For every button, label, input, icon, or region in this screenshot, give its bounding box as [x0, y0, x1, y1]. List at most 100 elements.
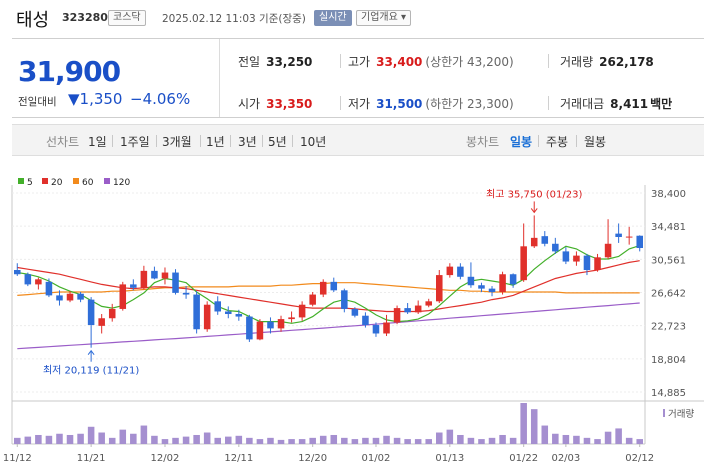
volume-bar: [203, 432, 211, 444]
candle-body: [552, 243, 559, 252]
volume-bar: [530, 409, 538, 444]
ma60-line: [17, 282, 640, 296]
price-chart[interactable]: 38,400 34,481 30,561 26,642 22,723 18,804 14,8…: [0, 0, 704, 468]
candle-body: [583, 255, 591, 271]
y-tick-label: 30,561: [651, 255, 686, 266]
candle-body: [172, 272, 179, 293]
volume-bar: [172, 437, 179, 444]
volume-bar: [573, 435, 580, 444]
candle-body: [436, 275, 443, 302]
volume-bar: [246, 437, 253, 444]
volume-bar: [393, 437, 401, 444]
volume-bar: [77, 433, 84, 444]
volume-bar: [24, 436, 32, 444]
candle-body: [341, 290, 348, 309]
volume-legend-label: 거래량: [668, 408, 694, 420]
candle-body: [457, 266, 464, 277]
candle-body: [351, 308, 359, 316]
volume-bar: [383, 435, 390, 444]
candle-body: [182, 292, 190, 295]
volume-legend-swatch: [663, 409, 665, 417]
volume-bar: [277, 439, 285, 444]
candle-body: [119, 284, 127, 309]
volume-bar: [298, 439, 306, 444]
volume-bar: [66, 434, 74, 444]
candle-body: [562, 251, 570, 262]
volume-bar: [214, 437, 221, 444]
y-tick-label: 14,885: [651, 388, 686, 399]
y-tick-label: 38,400: [651, 189, 686, 200]
candle-body: [446, 266, 454, 276]
volume-bar: [562, 434, 570, 444]
x-tick-label: 12/20: [298, 453, 327, 464]
candle-body: [573, 255, 580, 262]
candle-body: [478, 285, 485, 289]
candle-body: [214, 301, 221, 312]
candle-body: [414, 305, 422, 313]
volume-bar: [14, 437, 21, 444]
volume-bar: [119, 429, 127, 444]
candle-body: [203, 304, 211, 330]
volume-bar: [404, 439, 411, 444]
candle-body: [87, 299, 95, 326]
volume-bar: [256, 439, 264, 444]
volume-bar: [520, 403, 527, 444]
candle-body: [298, 304, 306, 318]
candle-body: [625, 236, 633, 238]
volume-bar: [98, 432, 105, 444]
candle-body: [425, 301, 432, 306]
volume-bar: [636, 439, 643, 444]
x-tick-label: 11/21: [77, 453, 106, 464]
volume-bar: [351, 439, 359, 444]
candle-body: [288, 317, 295, 320]
volume-bar: [625, 437, 633, 444]
candle-body: [499, 274, 506, 293]
volume-bar: [182, 436, 190, 444]
volume-bar: [372, 437, 380, 444]
candle-body: [193, 294, 200, 330]
volume-bar: [267, 437, 274, 444]
volume-bar: [615, 428, 622, 444]
candle-body: [235, 314, 243, 317]
volume-bar: [309, 437, 316, 444]
volume-bar: [108, 437, 116, 444]
candle-body: [35, 279, 42, 285]
volume-bar: [436, 432, 443, 444]
y-tick-label: 18,804: [651, 355, 686, 366]
volume-bar: [362, 437, 369, 444]
candle-body: [309, 294, 316, 305]
candle-body: [56, 295, 63, 301]
candle-body: [161, 272, 169, 279]
volume-bar: [56, 433, 63, 444]
y-tick-label: 26,642: [651, 289, 686, 300]
volume-bar: [341, 437, 348, 444]
volume-bar: [488, 437, 496, 444]
volume-bar: [35, 434, 42, 444]
volume-bar: [130, 433, 137, 444]
candle-body: [256, 321, 264, 340]
candle-body: [267, 321, 274, 329]
volume-bar: [319, 435, 327, 444]
candle-body: [98, 318, 105, 326]
x-tick-label: 01/13: [435, 453, 464, 464]
candle-body: [383, 322, 390, 334]
ma20-line: [17, 260, 640, 313]
candle-body: [393, 308, 401, 323]
volume-bar: [235, 435, 243, 444]
candle-body: [140, 270, 148, 288]
high-annotation: 최고 35,750 (01/23): [486, 188, 582, 200]
candle-body: [77, 293, 84, 300]
candle-body: [277, 319, 285, 329]
x-tick-label: 12/11: [224, 453, 253, 464]
volume-bar: [161, 439, 169, 444]
candle-body: [488, 288, 496, 293]
y-tick-label: 22,723: [651, 322, 686, 333]
candle-body: [225, 311, 232, 315]
volume-bar: [583, 437, 591, 444]
volume-bar: [140, 425, 148, 444]
x-tick-label: 02/03: [551, 453, 580, 464]
candle-body: [594, 257, 601, 271]
volume-bar: [499, 434, 506, 444]
candle-body: [636, 235, 643, 249]
candle-body: [530, 237, 538, 247]
